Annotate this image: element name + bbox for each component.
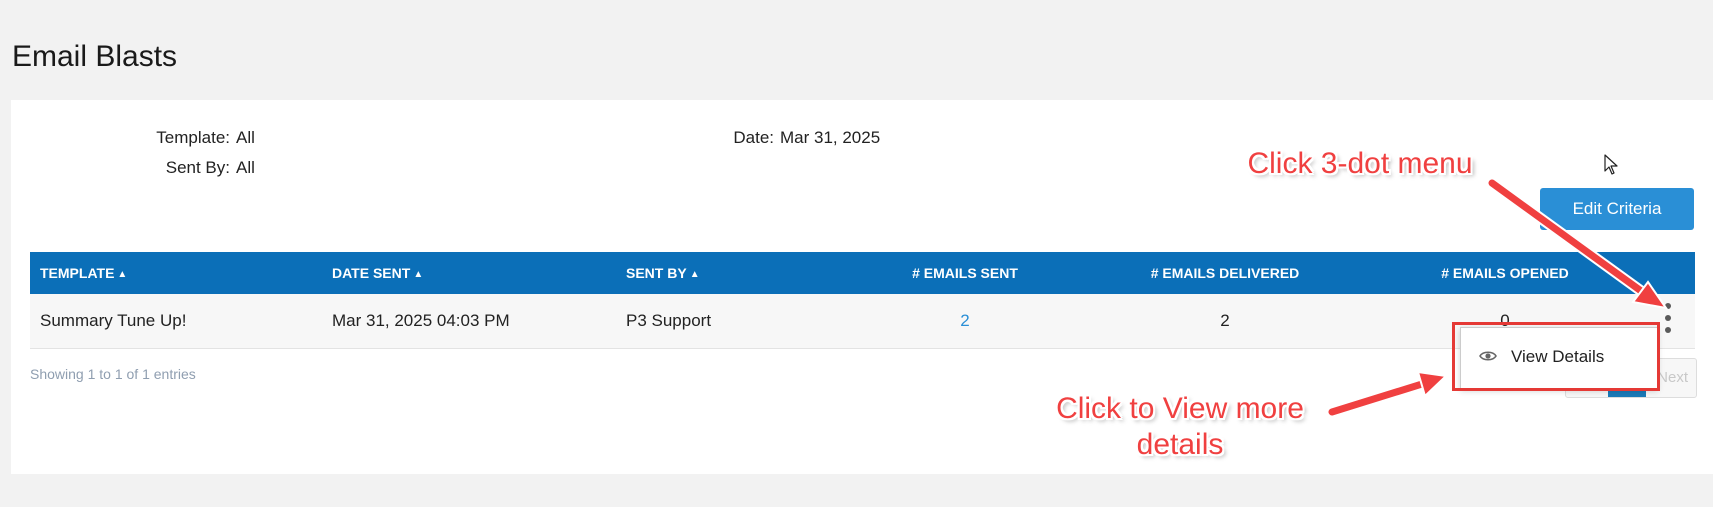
eye-icon [1479,351,1497,361]
sort-icon[interactable]: ▲︎ [117,269,127,280]
table-row: Summary Tune Up! Mar 31, 2025 04:03 PM P… [30,294,1695,349]
date-criteria-label: Date: [733,128,774,147]
annotation-click-view-line1: Click to View more [1056,392,1304,425]
mouse-cursor-icon [1604,154,1618,175]
date-criteria-value: Mar 31, 2025 [780,128,881,147]
template-criteria-value: All [236,128,255,147]
column-header-label: # EMAILS SENT [912,265,1018,281]
column-header-sent-by[interactable]: SENT BY ▲︎ [626,252,700,294]
pagination-next-button[interactable]: Next [1657,369,1688,386]
cell-date-sent: Mar 31, 2025 04:03 PM [332,311,510,330]
column-header-label: # EMAILS OPENED [1441,265,1569,281]
column-header-label: # EMAILS DELIVERED [1150,265,1300,281]
cell-emails-delivered: 2 [1220,311,1230,330]
sent-by-criteria-value: All [236,158,255,177]
column-header-date-sent[interactable]: DATE SENT ▲︎ [332,252,423,294]
sent-by-criteria-label: Sent By: [165,158,230,177]
email-blasts-table: TEMPLATE ▲︎ DATE SENT ▲︎ SENT BY ▲︎ # EMAIL… [30,252,1695,349]
view-details-menu-item[interactable]: View Details [1461,328,1657,388]
column-header-emails-delivered: # EMAILS DELIVERED [1105,252,1345,294]
table-header: TEMPLATE ▲︎ DATE SENT ▲︎ SENT BY ▲︎ # EMAIL… [30,252,1695,294]
entries-info: Showing 1 to 1 of 1 entries [30,366,196,382]
annotation-click-menu: Click 3-dot menu [1247,147,1473,180]
column-header-template[interactable]: TEMPLATE ▲︎ [40,252,127,294]
column-header-emails-opened: # EMAILS OPENED [1390,252,1620,294]
sort-icon[interactable]: ▲︎ [413,269,423,280]
kebab-menu-icon[interactable] [1661,303,1675,337]
cell-template: Summary Tune Up! [40,311,187,330]
view-details-label: View Details [1511,347,1605,366]
sort-icon[interactable]: ▲︎ [690,269,700,280]
column-header-label: SENT BY [626,265,687,281]
column-header-label: TEMPLATE [40,265,115,281]
row-actions-menu: View Details [1460,327,1658,389]
edit-criteria-button[interactable]: Edit Criteria [1540,188,1694,230]
column-header-emails-sent: # EMAILS SENT [850,252,1080,294]
page-title: Email Blasts [12,40,178,73]
cell-emails-sent-link[interactable]: 2 [850,294,1080,348]
template-criteria-label: Template: [156,128,230,147]
annotation-click-view-line2: details [1136,428,1224,461]
column-header-label: DATE SENT [332,265,411,281]
cell-sent-by: P3 Support [626,311,712,330]
